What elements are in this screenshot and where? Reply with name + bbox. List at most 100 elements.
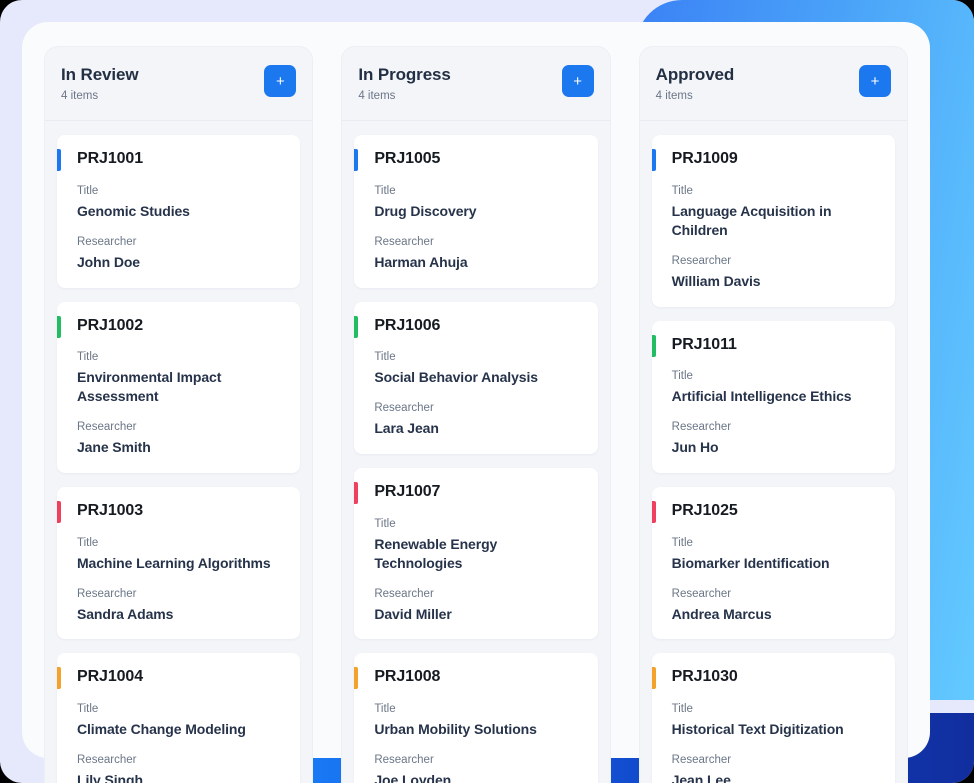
column-header: Approved 4 items + [639,47,907,122]
card-title-field: Title Historical Text Digitization [668,702,881,739]
column-header: In Progress 4 items + [342,47,610,122]
card-title-label: Title [77,351,99,364]
card-researcher-value: Jean Lee [671,772,731,783]
card-researcher-value: Sandra Adams [77,605,174,622]
card-researcher-field: Researcher Andrea Marcus [668,587,881,624]
project-card[interactable]: PRJ1007 Title Renewable Energy Technologie… [354,468,598,640]
card-project-id: PRJ1006 [374,316,441,334]
card-title-label: Title [671,184,693,197]
project-card[interactable]: PRJ1025 Title Biomarker Identification Rese… [651,486,895,640]
card-title-field: Title Climate Change Modeling [73,702,286,739]
card-project-id: PRJ1030 [671,668,738,686]
card-title-label: Title [77,184,99,197]
card-researcher-label: Researcher [374,235,434,248]
project-card[interactable]: PRJ1005 Title Drug Discovery Researcher Harm… [354,135,598,288]
project-card[interactable]: PRJ1009 Title Language Acquisition in Chil… [651,135,895,307]
card-title-label: Title [374,184,396,197]
card-title-field: Title Social Behavior Analysis [370,350,583,387]
card-title-value: Urban Mobility Solutions [374,721,537,738]
card-title-value: Social Behavior Analysis [374,369,538,386]
card-title-value: Renewable Energy Technologies [374,535,498,571]
card-researcher-field: Researcher Sandra Adams [73,587,286,624]
card-accent-bar [651,500,656,523]
card-title-field: Title Language Acquisition in Children [668,184,881,240]
project-card[interactable]: PRJ1002 Title Environmental Impact Assessm… [57,301,301,473]
card-researcher-label: Researcher [374,754,434,767]
column-title: In Review [61,65,139,84]
card-accent-bar [354,315,359,338]
project-card[interactable]: PRJ1003 Title Machine Learning Algorithms R… [57,486,301,640]
card-accent-bar [354,667,359,690]
card-title-value: Environmental Impact Assessment [77,369,222,405]
add-card-button-in-review[interactable]: + [264,65,297,97]
column-item-count: 4 items [655,90,693,103]
card-title-label: Title [77,703,99,716]
column-title: Approved [655,65,735,84]
plus-icon: + [870,72,880,90]
column-item-count: 4 items [358,90,396,103]
project-card[interactable]: PRJ1006 Title Social Behavior Analysis Rese… [354,301,598,455]
project-card[interactable]: PRJ1030 Title Historical Text Digitization… [651,653,895,783]
card-accent-bar [651,149,656,172]
card-researcher-field: Researcher Jun Ho [668,420,881,457]
card-title-value: Historical Text Digitization [671,721,844,738]
card-title-value: Artificial Intelligence Ethics [671,388,852,405]
card-accent-bar [651,334,656,357]
plus-icon: + [573,72,583,90]
column-card-list: PRJ1001 Title Genomic Studies Researcher Joh… [45,121,312,783]
card-accent-bar [354,149,359,172]
card-title-field: Title Urban Mobility Solutions [370,702,583,739]
card-researcher-field: Researcher John Doe [73,235,286,272]
card-title-value: Climate Change Modeling [77,721,246,738]
card-researcher-label: Researcher [671,254,732,267]
card-accent-bar [57,500,61,523]
card-project-id: PRJ1025 [671,501,738,519]
column-title-group: In Review 4 items [61,65,139,104]
card-researcher-label: Researcher [671,754,732,767]
card-accent-bar [57,667,61,690]
card-title-field: Title Biomarker Identification [668,536,881,573]
column-in-progress: In Progress 4 items + PRJ1005 Title Drug Disc… [341,46,611,783]
column-card-list: PRJ1005 Title Drug Discovery Researcher Harm… [342,121,609,783]
card-researcher-value: William Davis [671,272,761,289]
card-researcher-field: Researcher Jane Smith [73,420,286,457]
column-item-count: 4 items [61,90,99,103]
card-project-id: PRJ1011 [671,335,737,353]
card-title-field: Title Environmental Impact Assessment [73,350,286,406]
project-card[interactable]: PRJ1001 Title Genomic Studies Researcher Joh… [57,135,301,288]
project-card[interactable]: PRJ1011 Title Artificial Intelligence Ethi… [651,320,895,473]
card-researcher-label: Researcher [77,235,137,248]
column-header: In Review 4 items + [45,47,313,122]
card-title-label: Title [374,351,396,364]
column-card-list: PRJ1009 Title Language Acquisition in Chil… [640,121,907,783]
card-researcher-value: Andrea Marcus [671,605,772,622]
card-title-field: Title Machine Learning Algorithms [73,536,286,573]
card-title-value: Language Acquisition in Children [671,202,832,238]
card-project-id: PRJ1001 [77,150,144,168]
card-title-label: Title [671,536,693,549]
card-researcher-label: Researcher [77,421,137,434]
kanban-board: In Review 4 items + PRJ1001 Title Genomic Stu… [22,22,930,783]
card-researcher-label: Researcher [374,587,434,600]
add-card-button-in-progress[interactable]: + [561,65,594,97]
card-title-field: Title Drug Discovery [370,184,583,221]
card-project-id: PRJ1003 [77,501,144,519]
card-project-id: PRJ1007 [374,483,441,501]
card-researcher-field: Researcher David Miller [370,587,583,624]
project-card[interactable]: PRJ1004 Title Climate Change Modeling Resea… [57,653,301,783]
card-project-id: PRJ1009 [671,150,738,168]
card-project-id: PRJ1004 [77,668,144,686]
card-researcher-label: Researcher [77,754,137,767]
card-researcher-value: John Doe [77,253,140,270]
column-in-review: In Review 4 items + PRJ1001 Title Genomic Stu… [44,46,314,783]
card-researcher-value: Lara Jean [374,420,439,437]
column-approved: Approved 4 items + PRJ1009 Title Language Acq… [638,46,908,783]
card-title-label: Title [671,703,693,716]
card-title-value: Machine Learning Algorithms [77,554,271,571]
card-accent-bar [57,149,61,172]
card-project-id: PRJ1008 [374,668,441,686]
add-card-button-approved[interactable]: + [858,65,891,97]
column-title-group: In Progress 4 items [358,65,451,104]
card-researcher-field: Researcher Jean Lee [668,753,881,783]
project-card[interactable]: PRJ1008 Title Urban Mobility Solutions Rese… [354,653,598,783]
